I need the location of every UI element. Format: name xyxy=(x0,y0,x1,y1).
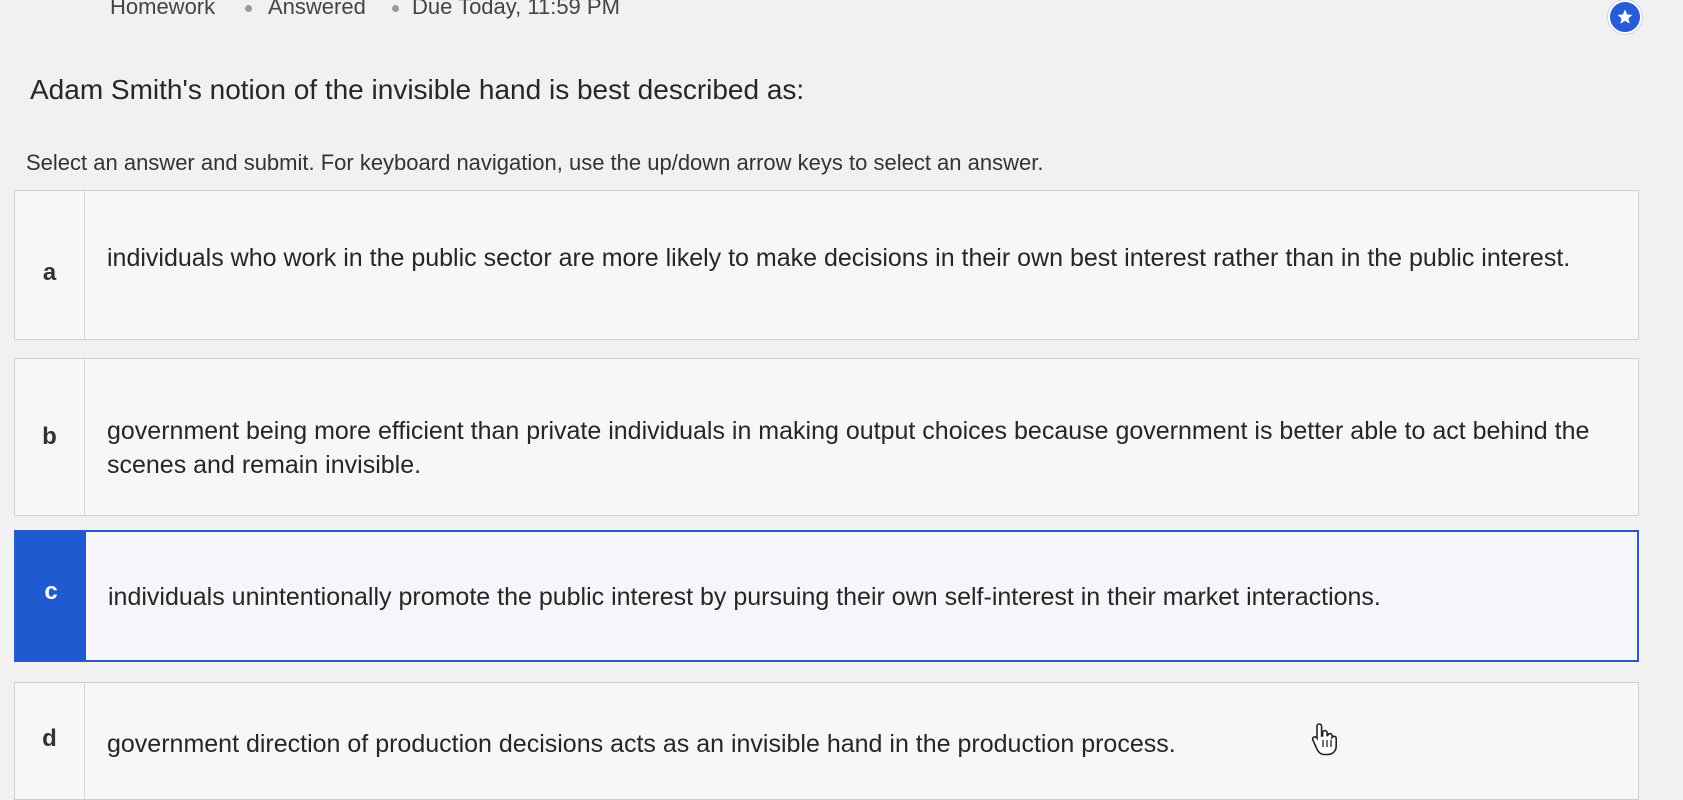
choice-letter: c xyxy=(16,532,86,660)
choice-text: government direction of production decis… xyxy=(107,730,1176,758)
choice-letter: d xyxy=(15,683,85,799)
answer-choice-a[interactable]: a individuals who work in the public sec… xyxy=(14,190,1639,340)
answer-choice-c[interactable]: c individuals unintentionally promote th… xyxy=(14,530,1639,662)
answer-choice-b[interactable]: b government being more efficient than p… xyxy=(14,358,1639,516)
choice-text: individuals unintentionally promote the … xyxy=(108,583,1381,611)
status-answered: Answered xyxy=(268,0,366,19)
breadcrumb-homework[interactable]: Homework xyxy=(110,0,215,20)
hand-cursor-icon xyxy=(1311,723,1337,756)
answer-instructions: Select an answer and submit. For keyboar… xyxy=(26,150,1044,175)
choice-text: government being more efficient than pri… xyxy=(107,417,1590,479)
choice-letter: b xyxy=(15,359,85,515)
star-icon xyxy=(1617,9,1633,24)
separator-dot xyxy=(245,5,252,12)
choice-text: individuals who work in the public secto… xyxy=(107,244,1571,272)
bookmark-star-button[interactable] xyxy=(1608,0,1642,34)
choice-letter: a xyxy=(15,191,85,339)
separator-dot xyxy=(392,5,399,12)
question-prompt: Adam Smith's notion of the invisible han… xyxy=(30,74,805,105)
assignment-header: Homework Answered Due Today, 11:59 PM xyxy=(0,0,1683,26)
answer-choice-d[interactable]: d government direction of production dec… xyxy=(14,682,1639,800)
due-date: Due Today, 11:59 PM xyxy=(412,0,620,19)
